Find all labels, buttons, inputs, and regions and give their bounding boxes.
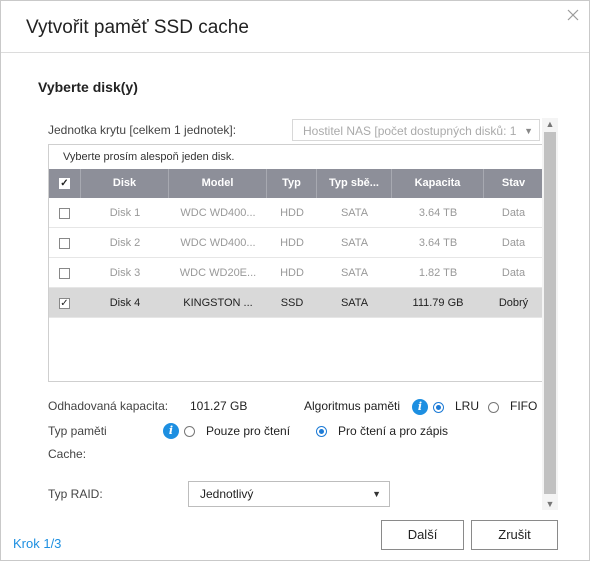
cell-capacity: 3.64 TB: [418, 237, 458, 249]
ssd-cache-dialog: Vytvořit paměť SSD cache Vyberte disk(y)…: [0, 0, 590, 561]
row-checkbox-checked[interactable]: ✓: [59, 298, 70, 309]
cell-status: Data: [501, 207, 526, 219]
raid-type-select[interactable]: Jednotlivý ▼: [188, 481, 390, 507]
cell-status: Dobrý: [498, 297, 529, 309]
cell-type: HDD: [280, 237, 304, 249]
next-button[interactable]: Další: [381, 520, 464, 550]
vertical-scrollbar[interactable]: ▲ ▼: [542, 118, 558, 510]
enclosure-select-value: Hostitel NAS [počet dostupných disků: 1: [303, 124, 517, 138]
row-checkbox[interactable]: [59, 208, 70, 219]
cache-type-label: Typ paměti: [48, 424, 107, 438]
cell-capacity: 3.64 TB: [418, 207, 458, 219]
table-note: Vyberte prosím alespoň jeden disk.: [63, 151, 235, 163]
select-all-checkbox[interactable]: ✓: [59, 178, 70, 189]
cell-disk: Disk 3: [109, 267, 141, 279]
cell-capacity: 111.79 GB: [412, 297, 464, 309]
read-only-label[interactable]: Pouze pro čtení: [206, 424, 290, 438]
chevron-down-icon: ▼: [524, 126, 533, 136]
cache-type-label-line2: Cache:: [48, 447, 87, 461]
column-header-model[interactable]: Model: [169, 169, 267, 198]
disk-table: Vyberte prosím alespoň jeden disk. ✓ Dis…: [48, 144, 544, 382]
cancel-button[interactable]: Zrušit: [471, 520, 558, 550]
cell-status: Data: [501, 237, 526, 249]
cell-model: WDC WD400...: [180, 207, 256, 219]
cell-model: WDC WD20E...: [179, 267, 257, 279]
scroll-down-arrow-icon[interactable]: ▼: [542, 498, 558, 510]
table-row[interactable]: Disk 3 WDC WD20E... HDD SATA 1.82 TB Dat…: [49, 258, 543, 288]
title-divider: [1, 52, 589, 53]
column-header-capacity[interactable]: Kapacita: [392, 169, 484, 198]
cell-disk: Disk 2: [109, 237, 141, 249]
cell-bus-type: SATA: [340, 267, 369, 279]
column-header-type[interactable]: Typ: [267, 169, 317, 198]
read-write-label[interactable]: Pro čtení a pro zápis: [338, 424, 448, 438]
cell-disk: Disk 1: [109, 207, 141, 219]
table-row[interactable]: Disk 2 WDC WD400... HDD SATA 3.64 TB Dat…: [49, 228, 543, 258]
cell-type: HDD: [280, 267, 304, 279]
table-header: ✓ Disk Model Typ Typ sbě... Kapacita Sta…: [49, 169, 543, 198]
algorithm-lru-label[interactable]: LRU: [455, 399, 479, 413]
scrollbar-thumb[interactable]: [544, 132, 556, 494]
algorithm-fifo-label[interactable]: FIFO: [510, 399, 537, 413]
header-select-all-cell: ✓: [49, 169, 81, 198]
dialog-title: Vytvořit paměť SSD cache: [26, 17, 249, 38]
cell-type: HDD: [280, 207, 304, 219]
info-icon[interactable]: i: [163, 423, 179, 439]
read-only-radio[interactable]: [184, 426, 195, 437]
cell-model: WDC WD400...: [180, 237, 256, 249]
close-icon[interactable]: [565, 7, 581, 23]
cell-model: KINGSTON ...: [183, 297, 253, 309]
read-write-radio[interactable]: [316, 426, 327, 437]
table-row-selected[interactable]: ✓ Disk 4 KINGSTON ... SSD SATA 111.79 GB…: [49, 288, 543, 318]
algorithm-lru-radio[interactable]: [433, 402, 444, 413]
cell-capacity: 1.82 TB: [418, 267, 458, 279]
row-checkbox[interactable]: [59, 238, 70, 249]
cell-type: SSD: [280, 297, 304, 309]
cell-bus-type: SATA: [340, 297, 369, 309]
column-header-disk[interactable]: Disk: [81, 169, 169, 198]
cell-status: Data: [501, 267, 526, 279]
section-title: Vyberte disk(y): [38, 79, 138, 95]
info-icon[interactable]: i: [412, 399, 428, 415]
capacity-label: Odhadovaná kapacita:: [48, 399, 169, 413]
column-header-bus-type[interactable]: Typ sbě...: [317, 169, 392, 198]
capacity-value: 101.27 GB: [190, 399, 248, 413]
scroll-up-arrow-icon[interactable]: ▲: [542, 118, 558, 130]
algorithm-fifo-radio[interactable]: [488, 402, 499, 413]
raid-type-label: Typ RAID:: [48, 487, 103, 501]
cell-bus-type: SATA: [340, 237, 369, 249]
step-indicator: Krok 1/3: [13, 536, 62, 551]
column-header-status[interactable]: Stav: [484, 169, 543, 198]
row-checkbox[interactable]: [59, 268, 70, 279]
algorithm-label: Algoritmus paměti: [304, 399, 401, 413]
enclosure-label: Jednotka krytu [celkem 1 jednotek]:: [48, 123, 237, 137]
raid-type-value: Jednotlivý: [200, 487, 254, 501]
cell-bus-type: SATA: [340, 207, 369, 219]
chevron-down-icon: ▼: [372, 489, 381, 499]
cell-disk: Disk 4: [109, 297, 141, 309]
enclosure-select[interactable]: Hostitel NAS [počet dostupných disků: 1 …: [292, 119, 540, 141]
table-row[interactable]: Disk 1 WDC WD400... HDD SATA 3.64 TB Dat…: [49, 198, 543, 228]
